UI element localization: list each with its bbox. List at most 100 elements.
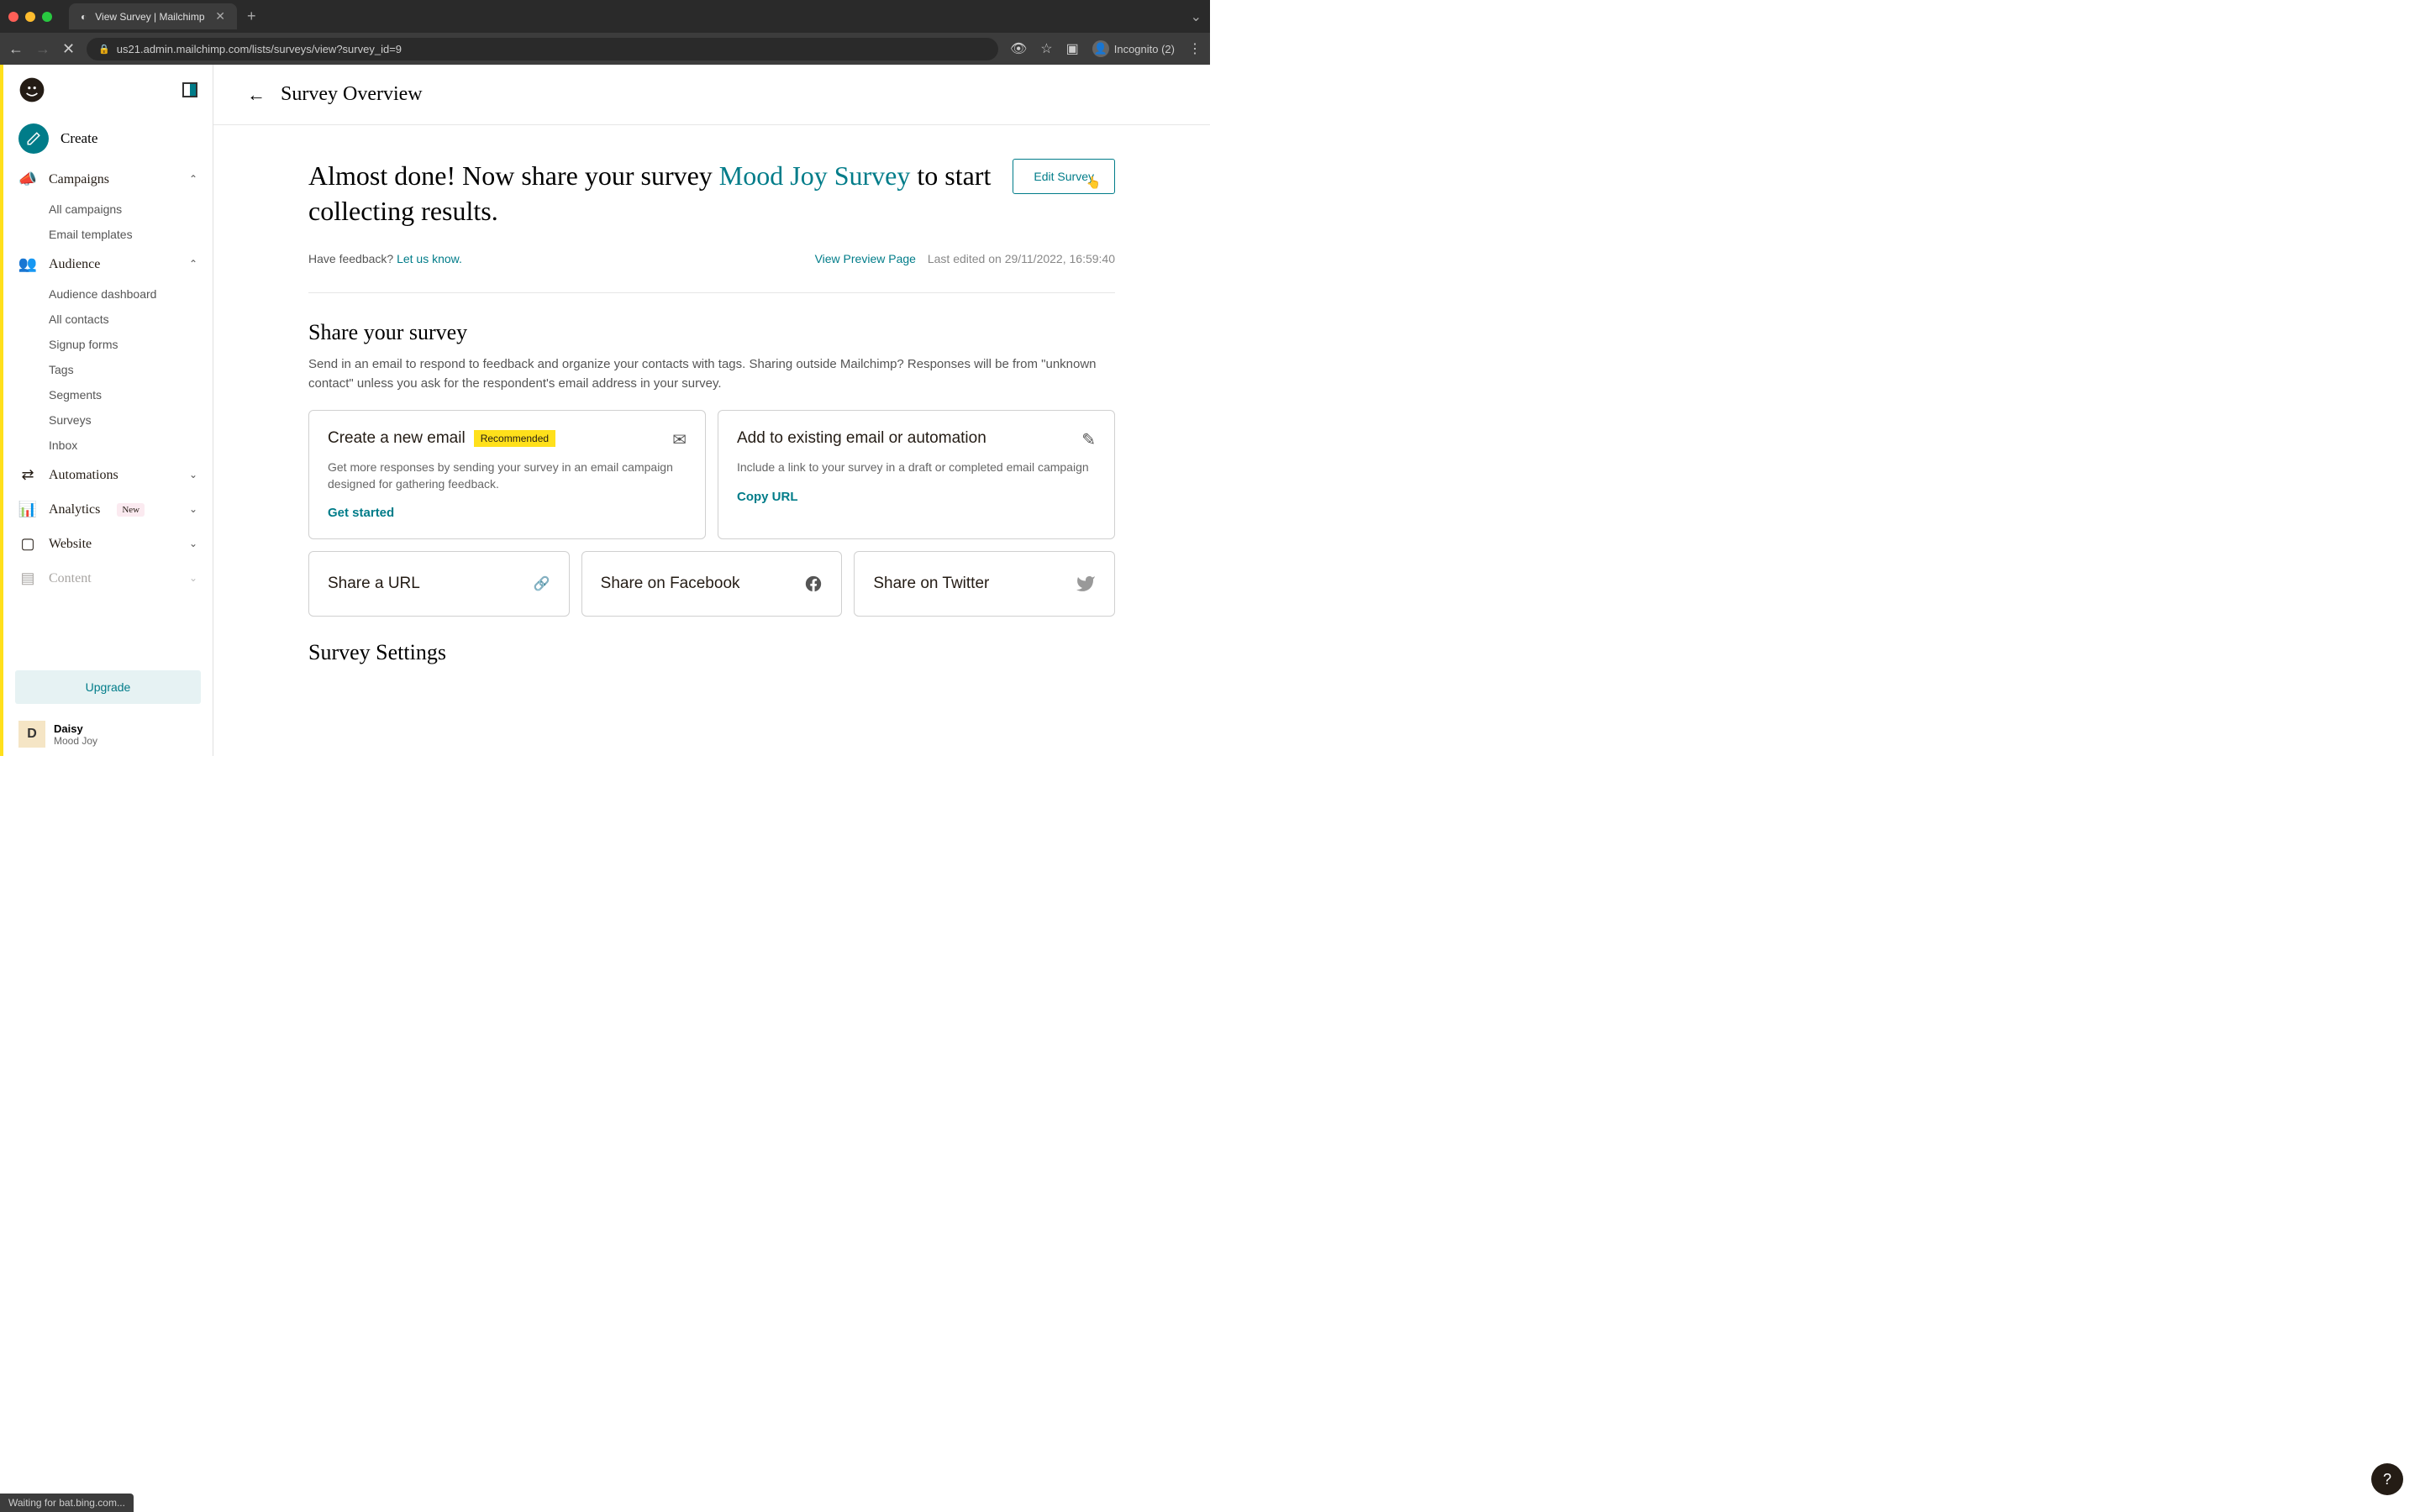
settings-section-title: Survey Settings xyxy=(308,640,1115,665)
mailchimp-logo[interactable] xyxy=(18,76,45,103)
address-bar[interactable]: 🔒 us21.admin.mailchimp.com/lists/surveys… xyxy=(87,38,998,60)
app-container: Create 📣 Campaigns ⌃ All campaigns Email… xyxy=(0,65,1210,756)
sidebar: Create 📣 Campaigns ⌃ All campaigns Email… xyxy=(3,65,213,756)
get-started-link[interactable]: Get started xyxy=(328,506,687,520)
recommended-badge: Recommended xyxy=(474,430,555,447)
browser-menu-icon[interactable]: ⋮ xyxy=(1188,40,1202,57)
nav-website-label: Website xyxy=(49,537,92,552)
window-controls xyxy=(8,12,52,22)
panel-icon[interactable]: ▣ xyxy=(1066,40,1079,57)
twitter-icon xyxy=(1076,574,1096,594)
card-title: Share on Twitter xyxy=(873,575,989,593)
sidebar-toggle-icon[interactable] xyxy=(182,82,197,97)
lock-icon: 🔒 xyxy=(98,44,110,55)
card-desc: Include a link to your survey in a draft… xyxy=(737,459,1096,476)
create-label: Create xyxy=(60,130,97,147)
bar-chart-icon: 📊 xyxy=(18,501,37,518)
sub-all-campaigns[interactable]: All campaigns xyxy=(3,197,213,222)
sub-surveys[interactable]: Surveys xyxy=(3,407,213,433)
incognito-indicator[interactable]: 👤 Incognito (2) xyxy=(1092,40,1175,57)
sub-segments[interactable]: Segments xyxy=(3,382,213,407)
user-org: Mood Joy xyxy=(54,735,97,747)
nav-audience-label: Audience xyxy=(49,257,100,272)
card-share-url[interactable]: Share a URL 🔗 xyxy=(308,551,570,617)
automation-icon: ⇄ xyxy=(18,466,37,484)
nav-website[interactable]: ▢ Website ⌄ xyxy=(3,527,213,561)
sub-tags[interactable]: Tags xyxy=(3,357,213,382)
chevron-up-icon: ⌃ xyxy=(189,173,197,186)
sub-audience-dashboard[interactable]: Audience dashboard xyxy=(3,281,213,307)
chevron-down-icon: ⌄ xyxy=(189,572,197,585)
sub-inbox[interactable]: Inbox xyxy=(3,433,213,458)
eye-off-icon[interactable]: 👁 xyxy=(1010,40,1027,57)
survey-name: Mood Joy Survey xyxy=(719,160,911,191)
link-icon: 🔗 xyxy=(534,575,550,592)
incognito-label: Incognito (2) xyxy=(1114,43,1175,55)
page-title: Survey Overview xyxy=(281,83,423,106)
megaphone-icon: 📣 xyxy=(18,171,37,188)
sub-email-templates[interactable]: Email templates xyxy=(3,222,213,247)
tabs-dropdown-icon[interactable]: ⌄ xyxy=(1191,8,1202,25)
upgrade-button[interactable]: Upgrade xyxy=(15,670,201,704)
browser-status-bar: Waiting for bat.bing.com... xyxy=(0,1494,134,1512)
edit-survey-button[interactable]: Edit Survey xyxy=(1013,159,1115,194)
feedback-link[interactable]: Let us know. xyxy=(397,252,462,265)
pencil-icon xyxy=(18,123,49,154)
bookmark-star-icon[interactable]: ☆ xyxy=(1040,40,1052,57)
card-share-facebook[interactable]: Share on Facebook xyxy=(581,551,843,617)
tab-favicon: ◐ xyxy=(81,11,87,23)
create-button[interactable]: Create xyxy=(3,115,213,162)
envelope-icon: ✉ xyxy=(672,429,687,450)
feedback-prompt: Have feedback? xyxy=(308,252,397,265)
tab-title: View Survey | Mailchimp xyxy=(95,11,204,23)
facebook-icon xyxy=(804,575,823,593)
sub-signup-forms[interactable]: Signup forms xyxy=(3,332,213,357)
chevron-down-icon: ⌄ xyxy=(189,538,197,550)
stop-reload-button[interactable]: ✕ xyxy=(62,40,75,58)
meta-right: View Preview Page Last edited on 29/11/2… xyxy=(815,252,1115,265)
card-title: Share a URL xyxy=(328,575,420,593)
card-share-twitter[interactable]: Share on Twitter xyxy=(854,551,1115,617)
user-account-row[interactable]: D Daisy Mood Joy xyxy=(3,712,213,756)
nav-content-label: Content xyxy=(49,571,92,586)
copy-url-link[interactable]: Copy URL xyxy=(737,490,1096,504)
window-icon: ▢ xyxy=(18,535,37,553)
nav-analytics[interactable]: 📊 Analytics New ⌄ xyxy=(3,492,213,527)
back-arrow-icon[interactable]: ← xyxy=(247,84,266,106)
hero-prefix: Almost done! Now share your survey xyxy=(308,160,719,191)
sub-all-contacts[interactable]: All contacts xyxy=(3,307,213,332)
page-header: ← Survey Overview xyxy=(213,65,1210,125)
maximize-window-button[interactable] xyxy=(42,12,52,22)
chevron-up-icon: ⌃ xyxy=(189,258,197,270)
share-section-title: Share your survey xyxy=(308,320,1115,345)
card-desc: Get more responses by sending your surve… xyxy=(328,459,687,492)
nav-campaigns-label: Campaigns xyxy=(49,172,109,187)
preview-link[interactable]: View Preview Page xyxy=(815,252,916,265)
incognito-icon: 👤 xyxy=(1092,40,1109,57)
browser-tab[interactable]: ◐ View Survey | Mailchimp ✕ xyxy=(69,3,237,29)
tab-close-icon[interactable]: ✕ xyxy=(215,9,225,24)
people-icon: 👥 xyxy=(18,255,37,273)
minimize-window-button[interactable] xyxy=(25,12,35,22)
url-text: us21.admin.mailchimp.com/lists/surveys/v… xyxy=(117,43,402,55)
chevron-down-icon: ⌄ xyxy=(189,503,197,516)
share-section-desc: Send in an email to respond to feedback … xyxy=(308,355,1115,393)
forward-button[interactable]: → xyxy=(35,40,50,58)
card-existing-email[interactable]: Add to existing email or automation ✎ In… xyxy=(718,410,1115,539)
close-window-button[interactable] xyxy=(8,12,18,22)
nav-content[interactable]: ▤ Content ⌄ xyxy=(3,561,213,596)
back-button[interactable]: ← xyxy=(8,40,24,58)
nav-campaigns[interactable]: 📣 Campaigns ⌃ xyxy=(3,162,213,197)
new-tab-button[interactable]: + xyxy=(247,8,256,25)
card-create-email[interactable]: Create a new email Recommended ✉ Get mor… xyxy=(308,410,706,539)
help-button[interactable]: ? xyxy=(2371,1463,2403,1495)
divider xyxy=(308,292,1115,293)
last-edited-text: Last edited on 29/11/2022, 16:59:40 xyxy=(928,252,1115,265)
nav-automations[interactable]: ⇄ Automations ⌄ xyxy=(3,458,213,492)
nav-audience[interactable]: 👥 Audience ⌃ xyxy=(3,247,213,281)
new-badge: New xyxy=(117,503,145,517)
chevron-down-icon: ⌄ xyxy=(189,469,197,481)
feedback-row: Have feedback? Let us know. xyxy=(308,252,462,265)
card-title: Add to existing email or automation xyxy=(737,429,986,448)
browser-toolbar: ← → ✕ 🔒 us21.admin.mailchimp.com/lists/s… xyxy=(0,33,1210,65)
